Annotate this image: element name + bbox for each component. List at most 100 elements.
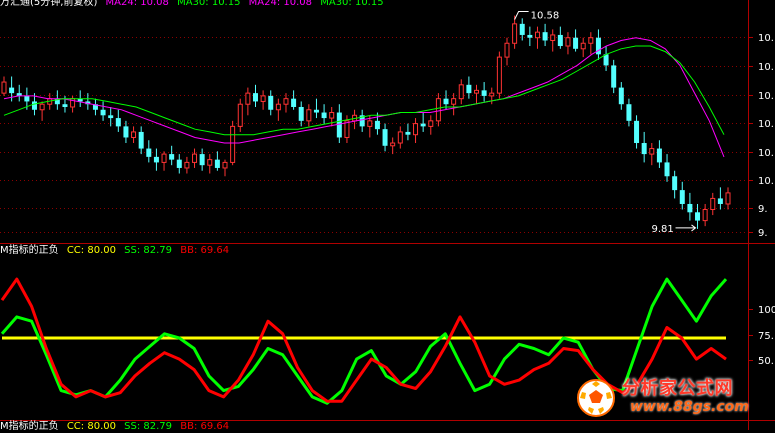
candle-body <box>108 115 114 119</box>
candlestick <box>359 109 365 132</box>
candlestick <box>115 109 121 132</box>
candlestick <box>565 32 571 55</box>
candle-body <box>405 131 411 135</box>
price-tick-label: 10. <box>758 33 774 44</box>
legend-ma24: MA24: 10.08 <box>105 0 169 8</box>
candlestick <box>489 87 495 105</box>
candle-body <box>557 34 563 47</box>
candle-body <box>413 123 419 136</box>
price-panel-header: 万汇通(5分钟,前复权) MA24: 10.08 MA30: 10.15 MA2… <box>0 0 389 9</box>
legend-bb: BB: 69.64 <box>180 245 230 256</box>
candle-body <box>291 98 297 107</box>
candle-body <box>390 142 396 147</box>
legend-ma24-b: MA24: 10.08 <box>248 0 313 8</box>
candle-body <box>626 104 632 121</box>
price-tick-label: 10. <box>758 62 774 73</box>
candlestick <box>664 154 670 182</box>
candle-body <box>214 159 220 168</box>
candle-body <box>1 81 7 94</box>
candlestick <box>435 93 441 127</box>
candlestick <box>679 181 685 210</box>
candlestick <box>710 192 716 216</box>
indicator-tick-label: 100 <box>758 305 775 316</box>
candlestick <box>382 123 388 152</box>
price-tick-label: 9. <box>758 228 768 239</box>
candlestick <box>199 148 205 171</box>
candlestick <box>138 126 144 155</box>
candle-body <box>664 162 670 177</box>
candlestick <box>595 29 601 60</box>
candlestick <box>626 98 632 127</box>
candle-body <box>573 37 579 49</box>
candlestick <box>374 112 380 135</box>
candlestick <box>252 84 258 107</box>
candle-body <box>252 93 258 102</box>
candle-body <box>245 92 251 105</box>
series-line-ma24 <box>3 37 725 158</box>
candle-body <box>702 209 708 222</box>
indicator-tick-label: 75. <box>758 331 774 342</box>
price-marks: 10.58 9.81 <box>514 11 697 235</box>
candlestick <box>725 187 731 210</box>
price-panel-title: 万汇通(5分钟,前复权) <box>0 0 98 8</box>
candlestick <box>672 170 678 199</box>
candle-body <box>611 65 617 88</box>
candle-body <box>153 156 159 163</box>
candlestick <box>702 203 708 227</box>
candle-body <box>489 92 495 97</box>
candle-body <box>161 153 167 163</box>
candlestick <box>611 59 617 94</box>
candle-body <box>649 148 655 155</box>
candle-body <box>199 154 205 166</box>
candlestick <box>184 156 190 174</box>
candlestick <box>687 192 693 221</box>
candle-body <box>62 104 68 107</box>
candle-body <box>298 106 304 121</box>
candle-body <box>131 131 137 138</box>
candle-body <box>336 112 342 138</box>
candlestick <box>481 82 487 102</box>
candle-body <box>435 98 441 122</box>
candle-body <box>138 131 144 149</box>
candle-body <box>618 87 624 105</box>
candle-body <box>725 192 731 205</box>
candlestick <box>16 84 22 102</box>
candle-body <box>474 89 480 94</box>
candle-body <box>275 103 281 111</box>
candlestick <box>268 90 274 116</box>
candlestick <box>695 203 701 229</box>
candlestick <box>550 29 556 52</box>
bottom-panel-header: M指标的正负 CC: 80.00 SS: 82.79 BB: 69.64 <box>0 421 234 433</box>
legend-ma30: MA30: 10.15 <box>177 0 241 8</box>
candle-body <box>268 95 274 110</box>
candlestick <box>39 101 45 121</box>
candle-body <box>31 101 37 110</box>
candle-body <box>313 109 319 113</box>
candle-body <box>222 161 228 169</box>
price-tick-label: 10. <box>758 91 774 102</box>
candlestick <box>146 140 152 163</box>
candlestick <box>649 143 655 166</box>
candle-body <box>123 126 129 138</box>
candlestick <box>169 145 175 166</box>
candlestick <box>717 187 723 210</box>
low-price-label: 9.81 <box>652 224 674 235</box>
candlestick <box>580 37 586 58</box>
candlestick <box>313 98 319 119</box>
candlestick <box>275 98 281 121</box>
price-tick-label: 10. <box>758 176 774 187</box>
candle-body <box>458 84 464 100</box>
candle-body <box>169 154 175 160</box>
candlestick <box>85 93 91 110</box>
candle-body <box>634 120 640 144</box>
candle-body <box>695 212 701 221</box>
candlestick <box>428 115 434 135</box>
candlestick <box>123 120 129 144</box>
candlestick <box>656 140 662 168</box>
candlestick <box>504 37 510 66</box>
candlestick <box>420 112 426 132</box>
watermark-logo: 分析家公式网 www.88gs.com <box>572 372 772 424</box>
candle-body <box>237 103 243 127</box>
soccer-ball-icon <box>577 379 615 417</box>
candlestick <box>451 93 457 116</box>
